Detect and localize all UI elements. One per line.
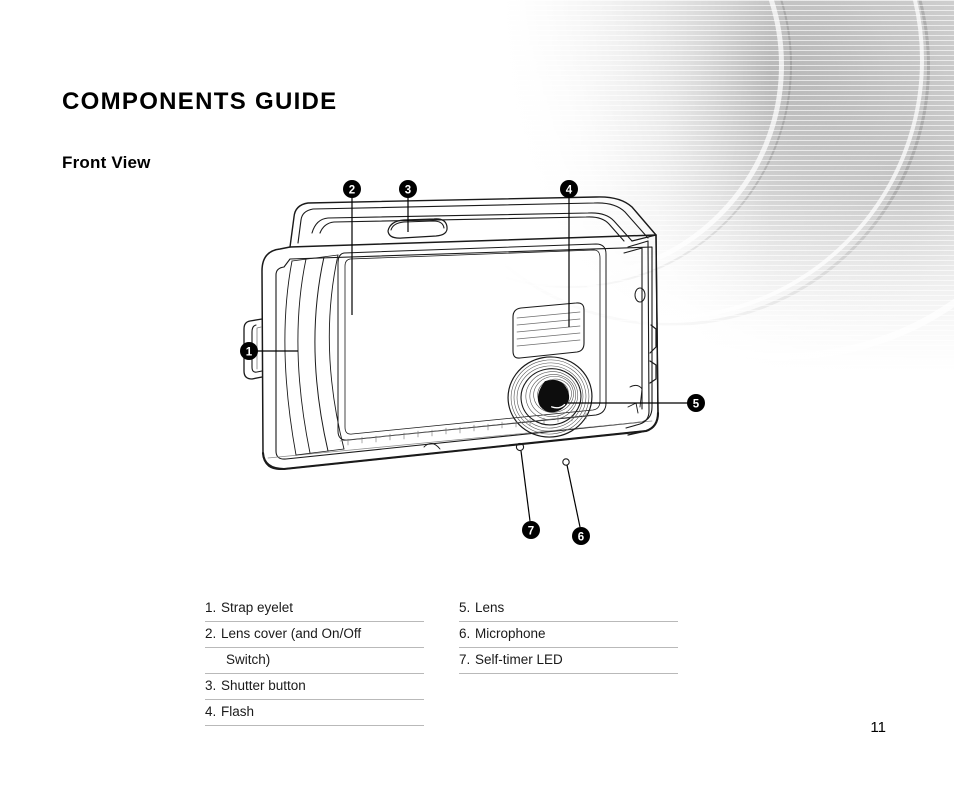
lens-assembly xyxy=(507,356,593,438)
camera-front-panel xyxy=(337,243,607,441)
leader-line-6 xyxy=(566,464,581,528)
svg-text:3: 3 xyxy=(405,184,411,196)
flash-unit xyxy=(512,302,585,359)
leader-line-7 xyxy=(520,450,531,522)
legend-text: Self-timer LED xyxy=(475,652,563,667)
legend-text: Lens cover (and On/Off xyxy=(221,626,362,641)
page-number: 11 xyxy=(870,719,886,736)
legend-item-6: 6. Microphone xyxy=(459,622,678,648)
callout-6: 6 xyxy=(572,527,590,545)
legend-item-1: 1. Strap eyelet xyxy=(205,596,424,622)
legend-item-3: 3. Shutter button xyxy=(205,674,424,700)
legend-number: 7. xyxy=(459,652,471,667)
svg-text:7: 7 xyxy=(528,525,534,537)
camera-right-side xyxy=(623,234,659,436)
section-heading: Front View xyxy=(62,153,151,172)
legend-text: Switch) xyxy=(226,652,271,667)
legend-number: 2. xyxy=(205,626,217,641)
legend-number: 3. xyxy=(205,678,217,693)
svg-text:6: 6 xyxy=(578,531,584,543)
legend-text: Flash xyxy=(221,704,255,719)
svg-text:5: 5 xyxy=(693,398,700,410)
svg-text:1: 1 xyxy=(246,346,253,358)
legend-text: Strap eyelet xyxy=(221,600,294,615)
legend-text: Microphone xyxy=(475,626,546,641)
legend-number: 5. xyxy=(459,600,471,615)
legend-item-5: 5. Lens xyxy=(459,596,678,622)
microphone-hole xyxy=(562,458,570,466)
callout-1: 1 xyxy=(240,342,258,360)
callout-5: 5 xyxy=(687,394,705,412)
legend-column-left: 1. Strap eyelet 2. Lens cover (and On/Off … xyxy=(205,596,424,726)
callout-4: 4 xyxy=(560,180,578,198)
callout-badges: 1 2 3 4 5 6 7 xyxy=(240,180,705,545)
legend-item-7: 7. Self-timer LED xyxy=(459,648,678,674)
page-title: COMPONENTS GUIDE xyxy=(62,88,338,115)
camera-top-deck xyxy=(289,196,657,248)
svg-text:4: 4 xyxy=(566,184,573,196)
legend-item-2: 2. Lens cover (and On/Off xyxy=(205,622,424,648)
lens-cover-panel xyxy=(284,254,345,456)
callout-7: 7 xyxy=(522,521,540,539)
svg-text:2: 2 xyxy=(349,184,355,196)
component-legend: 1. Strap eyelet 2. Lens cover (and On/Off … xyxy=(205,596,685,726)
legend-text: Shutter button xyxy=(221,678,306,693)
manual-page: COMPONENTS GUIDE Front View 1 2 3 4 5 6 … xyxy=(0,0,954,792)
legend-item-4: 4. Flash xyxy=(205,700,424,726)
callout-3: 3 xyxy=(399,180,417,198)
callout-2: 2 xyxy=(343,180,361,198)
legend-number: 1. xyxy=(205,600,217,615)
camera-front-view-figure: 1 2 3 4 5 6 7 xyxy=(228,175,718,555)
legend-number: 6. xyxy=(459,626,471,641)
legend-text: Lens xyxy=(475,600,505,615)
legend-column-right: 5. Lens 6. Microphone 7. Self-timer LED xyxy=(459,596,678,726)
legend-item-2-continuation: Switch) xyxy=(205,648,424,674)
legend-number: 4. xyxy=(205,704,217,719)
